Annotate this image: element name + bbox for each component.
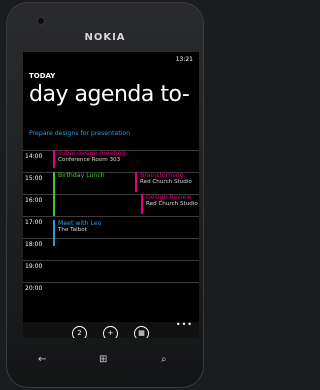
- hour-row: 17:00: [23, 216, 199, 239]
- today-button[interactable]: 2: [72, 326, 87, 338]
- hour-row: 19:00: [23, 260, 199, 283]
- windows-icon: ⊞: [99, 354, 108, 365]
- more-button[interactable]: •••: [176, 320, 193, 329]
- start-button[interactable]: ⊞: [99, 354, 107, 365]
- day-grid: 14:00 15:00 16:00 17:00 18:00 19:00 20:0…: [23, 150, 199, 326]
- hour-label: 15:00: [25, 175, 43, 182]
- date-badge: 2: [77, 329, 82, 337]
- hour-label: 17:00: [25, 219, 43, 226]
- hour-row: 20:00: [23, 282, 199, 305]
- brand-logo: NOKIA: [84, 32, 126, 43]
- calendar-icon: ▦: [138, 329, 145, 337]
- event-design-review[interactable]: Design Review Red Church Studio: [141, 194, 198, 214]
- calendar-button[interactable]: ▦: [134, 326, 149, 338]
- event-title: Initial design meeting: [58, 150, 126, 157]
- today-label: TODAY: [29, 72, 56, 80]
- add-button[interactable]: +: [103, 326, 118, 338]
- event-brainstorming[interactable]: Brainstorming Red Church Studio: [135, 172, 192, 192]
- hour-label: 16:00: [25, 197, 43, 204]
- pivot-title[interactable]: day agenda to-: [29, 82, 190, 107]
- event-title: Meet with Leo: [58, 220, 102, 227]
- task-item[interactable]: Prepare designs for presentation: [29, 130, 130, 137]
- event-birthday-lunch[interactable]: Birthday Lunch: [53, 172, 105, 216]
- event-subtitle: Red Church Studio: [146, 201, 198, 207]
- app-bar: 2 + ▦ •••: [23, 320, 199, 338]
- front-camera: [38, 18, 44, 24]
- screen: 13:21 TODAY day agenda to- Prepare desig…: [23, 52, 199, 338]
- hour-label: 18:00: [25, 241, 43, 248]
- event-title: Birthday Lunch: [58, 172, 105, 179]
- event-subtitle: The Talbot: [58, 227, 87, 233]
- phone-frame: NOKIA 13:21 TODAY day agenda to- Prepare…: [6, 2, 204, 388]
- hour-label: 14:00: [25, 153, 43, 160]
- event-title: Design Review: [146, 194, 192, 201]
- event-initial-design-meeting[interactable]: Initial design meeting Conference Room 3…: [53, 150, 125, 168]
- back-icon: ←: [38, 354, 47, 365]
- hour-label: 20:00: [25, 285, 43, 292]
- event-title: Brainstorming: [140, 172, 184, 179]
- search-button[interactable]: ⌕: [161, 354, 167, 365]
- back-button[interactable]: ←: [38, 354, 46, 365]
- event-subtitle: Red Church Studio: [140, 179, 192, 185]
- search-icon: ⌕: [161, 354, 167, 365]
- event-meet-with-leo[interactable]: Meet with Leo The Talbot: [53, 220, 101, 246]
- status-time: 13:21: [175, 56, 193, 63]
- hour-row: 18:00: [23, 238, 199, 261]
- plus-icon: +: [107, 329, 114, 337]
- hour-label: 19:00: [25, 263, 43, 270]
- event-subtitle: Conference Room 303: [58, 157, 121, 163]
